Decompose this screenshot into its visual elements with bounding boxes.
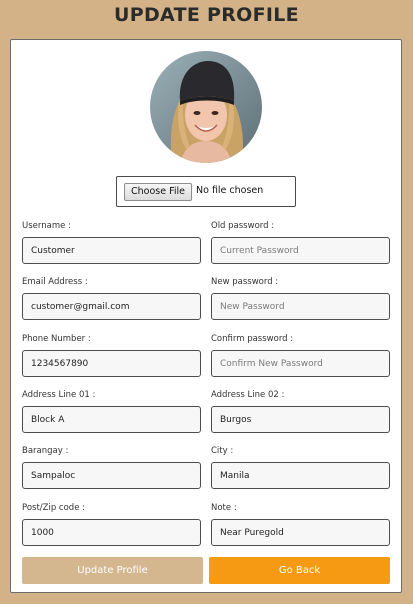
email-field[interactable]: [22, 293, 201, 320]
avatar: [150, 51, 262, 163]
address-line-1-label: Address Line 01 :: [22, 390, 96, 400]
avatar-photo: [150, 51, 262, 163]
page-title: UPDATE PROFILE: [114, 4, 299, 26]
city-label: City :: [211, 446, 234, 456]
file-status-text: No file chosen: [196, 185, 264, 196]
barangay-field[interactable]: [22, 462, 201, 489]
phone-label: Phone Number :: [22, 334, 91, 344]
file-upload-control: Choose File No file chosen: [116, 176, 296, 207]
email-label: Email Address :: [22, 277, 88, 287]
update-profile-button[interactable]: Update Profile: [22, 557, 203, 584]
username-field[interactable]: [22, 237, 201, 264]
old-password-label: Old password :: [211, 221, 275, 231]
address-line-1-field[interactable]: [22, 406, 201, 433]
choose-file-button[interactable]: Choose File: [124, 183, 192, 201]
note-label: Note :: [211, 503, 237, 513]
go-back-button[interactable]: Go Back: [209, 557, 390, 584]
username-label: Username :: [22, 221, 71, 231]
phone-field[interactable]: [22, 350, 201, 377]
old-password-field[interactable]: [211, 237, 390, 264]
note-field[interactable]: [211, 519, 390, 546]
address-line-2-label: Address Line 02 :: [211, 390, 285, 400]
new-password-field[interactable]: [211, 293, 390, 320]
zip-code-field[interactable]: [22, 519, 201, 546]
zip-code-label: Post/Zip code :: [22, 503, 85, 513]
confirm-password-label: Confirm password :: [211, 334, 294, 344]
new-password-label: New password :: [211, 277, 279, 287]
city-field[interactable]: [211, 462, 390, 489]
confirm-password-field[interactable]: [211, 350, 390, 377]
profile-form-card: Choose File No file chosen Username : Ol…: [10, 39, 402, 593]
barangay-label: Barangay :: [22, 446, 69, 456]
address-line-2-field[interactable]: [211, 406, 390, 433]
